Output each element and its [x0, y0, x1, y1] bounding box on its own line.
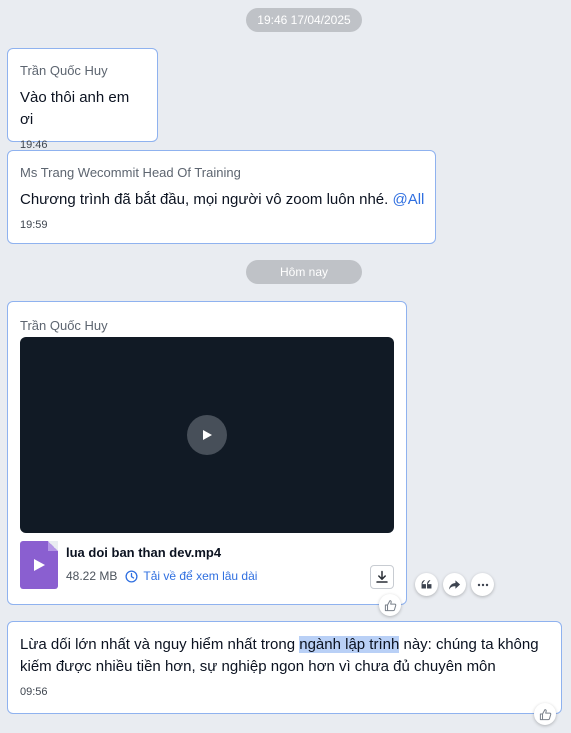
more-icon — [477, 583, 489, 587]
selected-text: ngành lập trình — [299, 636, 400, 653]
message-bubble[interactable]: Trần Quốc Huy Vào thôi anh em ơi 19:46 — [7, 48, 158, 151]
forward-icon — [448, 579, 461, 591]
mention-all[interactable]: @All — [392, 191, 424, 208]
message-bubble-video[interactable]: Trần Quốc Huy lua doi ban than dev.mp4 4… — [7, 301, 407, 605]
react-button[interactable] — [534, 703, 556, 725]
clock-icon — [125, 569, 138, 583]
message-text: Chương trình đã bắt đầu, mọi người vô zo… — [20, 189, 424, 211]
date-separator: 19:46 17/04/2025 — [246, 8, 362, 32]
message-text-start: Lừa dối lớn nhất và nguy hiểm nhất trong — [20, 636, 300, 653]
play-icon[interactable] — [187, 415, 227, 455]
thumbs-up-icon — [539, 708, 552, 721]
thumbs-up-icon — [384, 599, 397, 612]
message-bubble[interactable]: Ms Trang Wecommit Head Of Training Chươn… — [7, 150, 436, 244]
more-button[interactable] — [471, 573, 494, 596]
sender-name[interactable]: Trần Quốc Huy — [20, 318, 108, 333]
react-button[interactable] — [379, 594, 401, 616]
quote-icon — [421, 579, 432, 590]
file-name[interactable]: lua doi ban than dev.mp4 — [66, 545, 221, 560]
message-text-body: Chương trình đã bắt đầu, mọi người vô zo… — [20, 191, 389, 208]
quote-button[interactable] — [415, 573, 438, 596]
message-time: 19:59 — [20, 219, 48, 231]
message-text: Lừa dối lớn nhất và nguy hiểm nhất trong… — [20, 634, 549, 678]
download-icon — [375, 570, 389, 584]
video-file-icon — [20, 541, 58, 589]
message-bubble[interactable]: Lừa dối lớn nhất và nguy hiểm nhất trong… — [7, 621, 562, 714]
file-size: 48.22 MB — [66, 569, 118, 583]
day-separator: Hôm nay — [246, 260, 362, 284]
save-permanently-link[interactable]: Tải về để xem lâu dài — [143, 569, 257, 583]
sender-name[interactable]: Ms Trang Wecommit Head Of Training — [20, 165, 423, 180]
message-text: Vào thôi anh em ơi — [20, 89, 130, 128]
sender-name[interactable]: Trần Quốc Huy — [20, 63, 145, 78]
file-meta: 48.22 MB Tải về để xem lâu dài — [66, 569, 257, 583]
message-time: 09:56 — [20, 686, 48, 698]
download-button[interactable] — [370, 565, 394, 589]
forward-button[interactable] — [443, 573, 466, 596]
video-player[interactable] — [20, 337, 394, 533]
